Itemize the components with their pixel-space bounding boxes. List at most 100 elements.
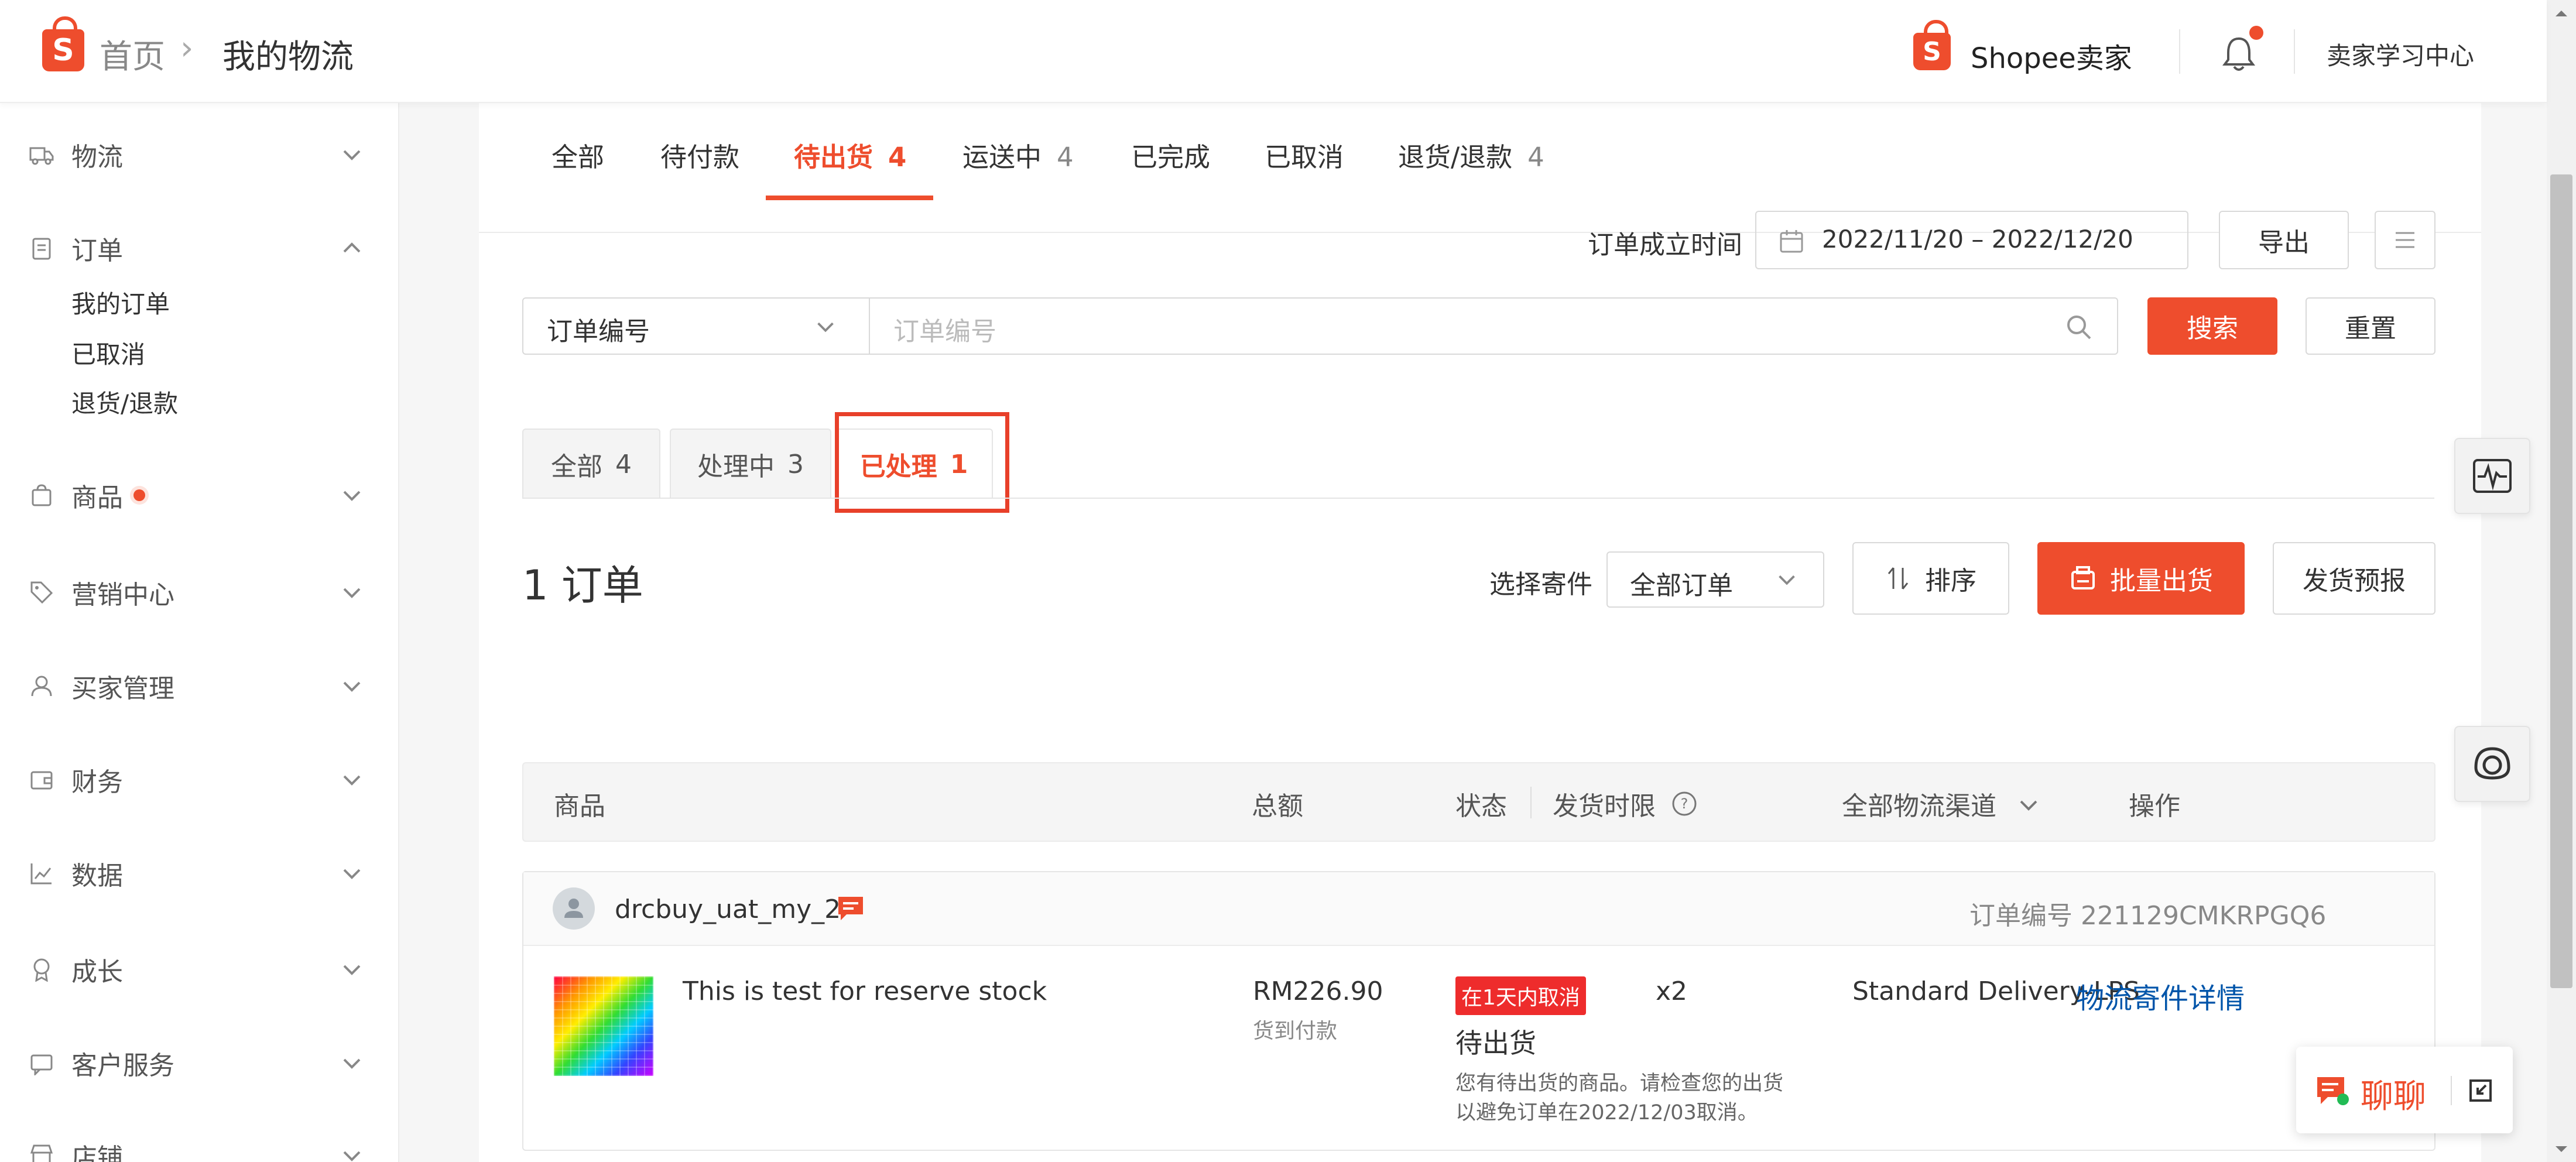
chevron-down-icon (343, 869, 361, 879)
breadcrumb-home[interactable]: 首页 (100, 30, 165, 78)
date-range-value: 2022/11/20 – 2022/12/20 (1822, 225, 2133, 253)
reset-button[interactable]: 重置 (2306, 297, 2435, 355)
sidebar-item-customer-service[interactable]: 客户服务 (0, 1034, 398, 1092)
shipment-filter-select[interactable]: 全部订单 (1606, 551, 1824, 608)
column-status: 状态 (1455, 791, 1507, 821)
chart-icon (30, 863, 52, 885)
bulk-ship-button[interactable]: 批量出货 (2037, 542, 2245, 615)
bell-icon[interactable] (2222, 34, 2255, 73)
service-icon (30, 1054, 53, 1075)
notification-dot (2249, 26, 2263, 40)
sort-button[interactable]: 排序 (1852, 542, 2009, 615)
minimize-icon[interactable] (2466, 1076, 2495, 1105)
scrollbar-thumb[interactable] (2550, 174, 2572, 988)
chevron-down-icon[interactable] (2015, 791, 2042, 818)
order-card: drcbuy_uat_my_2 订单编号 221129CMKRPGQ6 This… (522, 871, 2435, 1151)
store-icon (30, 1144, 53, 1162)
scroll-up-arrow[interactable] (2554, 8, 2568, 19)
bag-icon (32, 484, 52, 506)
tab-to-ship[interactable]: 待出货 4 (794, 136, 906, 174)
tab-shipping[interactable]: 运送中 4 (962, 136, 1074, 174)
sidebar-item-data[interactable]: 数据 (0, 844, 398, 903)
tab-cancelled[interactable]: 已取消 (1265, 136, 1344, 174)
chevron-down-icon (343, 681, 361, 692)
tag-icon (30, 581, 53, 604)
sort-icon (1888, 567, 1909, 589)
header-divider (2179, 29, 2180, 74)
export-history-button[interactable] (2375, 211, 2435, 269)
page-scrollbar[interactable] (2547, 0, 2576, 1162)
column-channel-filter[interactable]: 全部物流渠道 (1842, 785, 1996, 822)
new-dot (133, 489, 145, 501)
search-button[interactable]: 搜索 (2147, 297, 2277, 355)
subtab-processing[interactable]: 处理中 3 (670, 429, 831, 499)
order-search-input[interactable]: 订单编号 (869, 297, 2118, 355)
sidebar-item-products[interactable]: 商品 (0, 466, 398, 525)
avatar-user-icon (564, 899, 583, 918)
medal-icon (33, 958, 50, 982)
chevron-down-icon (343, 965, 361, 975)
sidebar: 物流 订单 我的订单 已取消 退货/退款 商品 营销中心 买家管理 财务 数据 (0, 103, 399, 1162)
search-type-select[interactable]: 订单编号 (522, 297, 870, 355)
svg-text:?: ? (1681, 796, 1688, 812)
date-range-picker[interactable]: 2022/11/20 – 2022/12/20 (1755, 211, 2188, 269)
tab-completed[interactable]: 已完成 (1131, 136, 1210, 174)
wallet-icon (30, 771, 53, 790)
sidebar-subitem-returns[interactable]: 退货/退款 (71, 384, 178, 420)
ship-forecast-button[interactable]: 发货预报 (2273, 542, 2435, 615)
order-number: 订单编号 221129CMKRPGQ6 (1969, 901, 2327, 931)
sidebar-subitem-cancelled[interactable]: 已取消 (71, 335, 145, 371)
chevron-down-icon (343, 491, 361, 501)
learning-center-link[interactable]: 卖家学习中心 (2327, 36, 2474, 72)
chat-widget[interactable]: 聊聊 (2296, 1047, 2513, 1133)
sidebar-item-logistics[interactable]: 物流 (0, 125, 398, 184)
help-icon[interactable]: ? (1671, 790, 1698, 817)
product-thumbnail[interactable] (554, 976, 653, 1076)
chat-label: 聊聊 (2361, 1078, 2426, 1116)
order-count: 1 订单 (522, 561, 643, 609)
search-type-value: 订单编号 (547, 317, 650, 347)
breadcrumb-separator: › (180, 29, 194, 67)
thumbnail-pattern (554, 976, 653, 1076)
brand-name[interactable]: Shopee卖家 (1971, 35, 2132, 76)
shopee-logo[interactable]: S (42, 16, 84, 71)
subtab-all[interactable]: 全部 4 (522, 429, 660, 499)
support-widget[interactable] (2454, 726, 2530, 802)
status-note-line2: 以避免订单在2022/12/03取消。 (1455, 1101, 1758, 1125)
column-deadline: 发货时限 (1553, 791, 1656, 821)
sidebar-subitem-my-orders[interactable]: 我的订单 (71, 284, 170, 320)
chevron-down-icon (343, 1058, 361, 1069)
chevron-up-icon (343, 242, 361, 253)
subtabs-divider (522, 498, 2434, 499)
column-product: 商品 (554, 791, 605, 821)
export-button[interactable]: 导出 (2219, 211, 2349, 269)
clipboard-icon (32, 238, 51, 260)
sidebar-item-finance[interactable]: 财务 (0, 750, 398, 809)
sidebar-item-growth[interactable]: 成长 (0, 940, 398, 999)
sidebar-item-marketing[interactable]: 营销中心 (0, 563, 398, 622)
search-icon[interactable] (2064, 313, 2094, 342)
chevron-down-icon (1779, 575, 1795, 585)
chevron-down-icon (343, 150, 361, 160)
tab-all[interactable]: 全部 (551, 136, 604, 174)
column-divider (1530, 787, 1532, 818)
top-header: S 首页 › 我的物流 S Shopee卖家 卖家学习中心 (0, 0, 2547, 103)
breadcrumb-current: 我的物流 (222, 38, 354, 76)
date-label: 订单成立时间 (1588, 230, 1742, 260)
sidebar-item-orders[interactable]: 订单 (0, 219, 398, 277)
product-name[interactable]: This is test for reserve stock (683, 976, 1047, 1006)
sidebar-item-buyers[interactable]: 买家管理 (0, 657, 398, 715)
tab-returns[interactable]: 退货/退款 4 (1398, 136, 1544, 174)
active-tab-indicator (766, 196, 933, 200)
shipment-detail-link[interactable]: 物流寄件详情 (2076, 975, 2245, 1016)
performance-widget[interactable] (2454, 438, 2530, 514)
search-placeholder: 订单编号 (893, 317, 996, 347)
scroll-down-arrow[interactable] (2554, 1144, 2568, 1154)
tab-pending-payment[interactable]: 待付款 (660, 136, 739, 174)
main-panel: 全部 待付款 待出货 4 运送中 4 已完成 已取消 退货/退款 4 订单成立时间 2… (479, 103, 2481, 1162)
list-icon (2396, 232, 2414, 248)
sidebar-item-store[interactable]: 店铺 (0, 1126, 398, 1162)
buyer-username[interactable]: drcbuy_uat_my_2 (615, 894, 841, 924)
chat-bubble-icon[interactable] (835, 893, 866, 924)
chevron-down-icon (343, 775, 361, 786)
